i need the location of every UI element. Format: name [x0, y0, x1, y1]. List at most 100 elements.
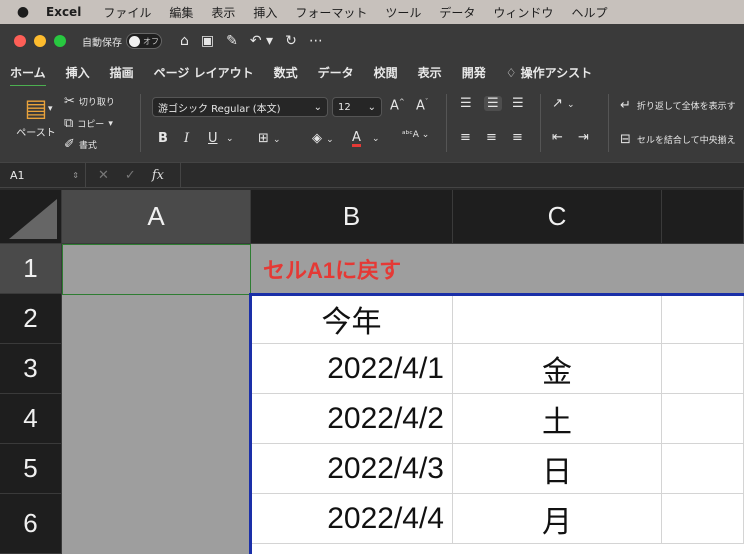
increase-font-size-icon[interactable]: A^	[390, 98, 405, 113]
cell-d4[interactable]	[662, 394, 744, 444]
cell-b5[interactable]: 2022/4/3	[251, 444, 453, 494]
home-icon[interactable]: ⌂	[180, 33, 189, 49]
row-header-6[interactable]: 6	[0, 494, 62, 554]
tab-developer[interactable]: 開発	[462, 64, 486, 81]
row-header-4[interactable]: 4	[0, 394, 62, 444]
menu-data[interactable]: データ	[439, 4, 475, 21]
column-header-b[interactable]: B	[251, 190, 453, 244]
bold-button[interactable]: B	[158, 131, 168, 146]
redo-icon[interactable]: ↻	[285, 33, 297, 49]
cell-d3[interactable]	[662, 344, 744, 394]
select-all-button[interactable]	[0, 190, 62, 244]
cell-d2[interactable]	[662, 294, 744, 344]
wrap-text-button[interactable]: ↵ 折り返して全体を表示す	[620, 98, 736, 113]
name-box[interactable]: A1 ⇕	[0, 163, 86, 187]
scissors-icon: ✂	[64, 94, 75, 109]
cell-b3[interactable]: 2022/4/1	[251, 344, 453, 394]
phonetic-guide-icon[interactable]: ᵃᵇᶜA ⌄	[402, 130, 429, 140]
cell-c5[interactable]: 日	[453, 444, 662, 494]
formula-input[interactable]	[180, 163, 744, 187]
align-top-icon[interactable]: ☰	[460, 96, 472, 111]
menu-file[interactable]: ファイル	[103, 4, 151, 21]
format-painter-label: 書式	[78, 141, 97, 151]
mac-menubar: ● Excel ファイル 編集 表示 挿入 フォーマット ツール データ ウィン…	[0, 0, 744, 24]
orientation-icon[interactable]: ↗ ⌄	[552, 96, 575, 111]
close-window-button[interactable]	[14, 35, 26, 47]
tab-view[interactable]: 表示	[418, 64, 442, 81]
autosave-toggle[interactable]: オフ	[126, 33, 162, 49]
column-header-c[interactable]: C	[453, 190, 662, 244]
cell-c3[interactable]: 金	[453, 344, 662, 394]
cell-b4[interactable]: 2022/4/2	[251, 394, 453, 444]
cell-d6[interactable]	[662, 494, 744, 544]
paste-button[interactable]: ▤ ペースト	[14, 94, 58, 139]
align-right-icon[interactable]: ≡	[512, 130, 523, 145]
cut-button[interactable]: ✂ 切り取り	[64, 94, 115, 109]
window-controls	[14, 35, 66, 47]
ribbon-divider	[540, 94, 541, 152]
paste-dropdown-icon[interactable]: ▾	[48, 104, 53, 114]
merge-center-button[interactable]: ⊟ セルを結合して中央揃え	[620, 132, 736, 147]
menu-insert[interactable]: 挿入	[253, 4, 277, 21]
tab-home[interactable]: ホーム	[10, 64, 46, 87]
tab-review[interactable]: 校閲	[374, 64, 398, 81]
tab-formulas[interactable]: 数式	[274, 64, 298, 81]
underline-dropdown-icon[interactable]: ⌄	[226, 134, 234, 144]
save-as-icon[interactable]: ✎	[226, 33, 238, 49]
toggle-knob	[129, 35, 140, 47]
menu-window[interactable]: ウィンドウ	[493, 4, 553, 21]
minimize-window-button[interactable]	[34, 35, 46, 47]
insert-function-icon[interactable]: fx	[152, 168, 164, 183]
menu-edit[interactable]: 編集	[169, 4, 193, 21]
format-painter-button[interactable]: ✐ 書式	[64, 137, 97, 152]
undo-icon[interactable]: ↶ ▾	[250, 33, 273, 49]
cell-d5[interactable]	[662, 444, 744, 494]
tab-insert[interactable]: 挿入	[66, 64, 90, 81]
app-menu[interactable]: Excel	[46, 5, 81, 19]
cell-a2-a6[interactable]	[62, 294, 251, 554]
increase-indent-icon[interactable]: ⇥	[578, 130, 589, 145]
apple-icon[interactable]: ●	[0, 4, 46, 20]
row-header-5[interactable]: 5	[0, 444, 62, 494]
align-middle-icon[interactable]: ☰	[484, 96, 502, 111]
font-color-icon[interactable]: A	[352, 131, 361, 147]
align-center-icon[interactable]: ≡	[486, 130, 497, 145]
column-header-d[interactable]	[662, 190, 744, 244]
copy-button[interactable]: ⧉ コピー ▾	[64, 116, 113, 131]
cell-b6[interactable]: 2022/4/4	[251, 494, 453, 544]
column-header-a[interactable]: A	[62, 190, 251, 244]
decrease-font-size-icon[interactable]: Aˇ	[416, 98, 428, 113]
more-icon[interactable]: ⋯	[309, 33, 323, 49]
cell-b1[interactable]: セルA1に戻す	[251, 244, 744, 294]
tab-tell-me[interactable]: ♢ 操作アシスト	[506, 64, 592, 81]
tab-draw[interactable]: 描画	[110, 64, 134, 81]
row-header-1[interactable]: 1	[0, 244, 62, 294]
row-header-3[interactable]: 3	[0, 344, 62, 394]
tell-me-label: 操作アシスト	[520, 65, 593, 80]
menu-format[interactable]: フォーマット	[295, 4, 367, 21]
font-color-dropdown-icon[interactable]: ⌄	[372, 134, 380, 144]
row-header-2[interactable]: 2	[0, 294, 62, 344]
confirm-icon[interactable]: ✓	[125, 168, 136, 183]
borders-icon[interactable]: ⊞ ⌄	[258, 131, 281, 146]
decrease-indent-icon[interactable]: ⇤	[552, 130, 563, 145]
tab-page-layout[interactable]: ページ レイアウト	[154, 64, 254, 81]
cell-c6[interactable]: 月	[453, 494, 662, 544]
fill-color-icon[interactable]: ◈ ⌄	[312, 131, 334, 146]
underline-button[interactable]: U	[208, 131, 218, 146]
cell-c4[interactable]: 土	[453, 394, 662, 444]
cell-c2[interactable]	[453, 294, 662, 344]
font-name-select[interactable]: 游ゴシック Regular (本文) ⌄	[152, 97, 328, 117]
cancel-icon[interactable]: ✕	[98, 168, 109, 183]
zoom-window-button[interactable]	[54, 35, 66, 47]
align-bottom-icon[interactable]: ☰	[512, 96, 524, 111]
save-icon[interactable]: ▣	[201, 33, 214, 49]
cell-b2[interactable]: 今年	[251, 294, 453, 344]
menu-help[interactable]: ヘルプ	[571, 4, 607, 21]
font-size-select[interactable]: 12 ⌄	[332, 97, 382, 117]
align-left-icon[interactable]: ≡	[460, 130, 471, 145]
tab-data[interactable]: データ	[318, 64, 354, 81]
menu-view[interactable]: 表示	[211, 4, 235, 21]
menu-tools[interactable]: ツール	[385, 4, 421, 21]
italic-button[interactable]: I	[184, 131, 189, 146]
